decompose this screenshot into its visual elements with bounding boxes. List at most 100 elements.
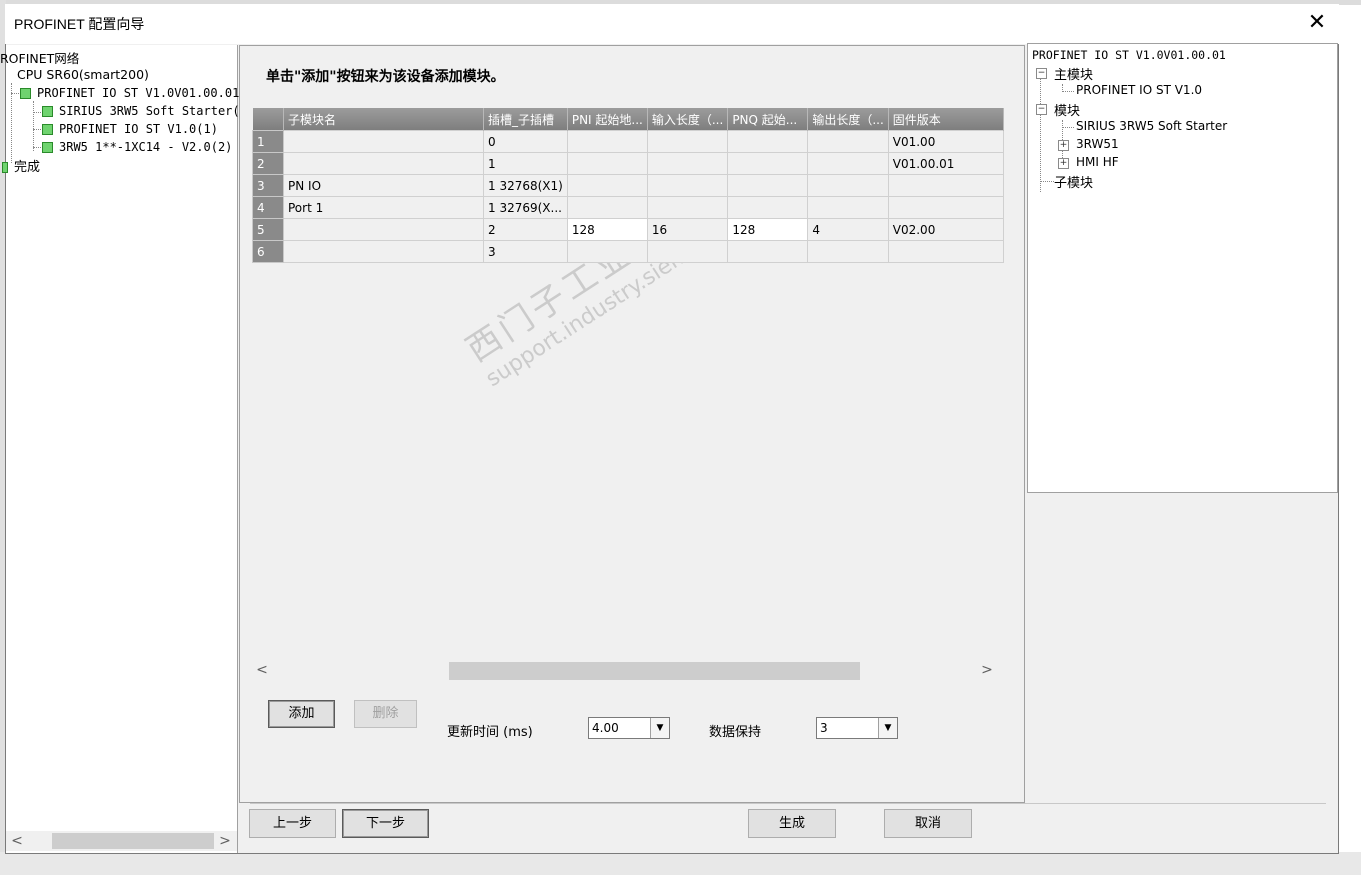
tree-item-sirius-soft-starter[interactable]: SIRIUS 3RW5 Soft Starter(0) xyxy=(42,103,254,118)
table-cell[interactable] xyxy=(887,240,1004,263)
tree-item-hmi-hf[interactable]: HMI HF xyxy=(1076,155,1119,169)
table-row[interactable]: 5 2 128 16 128 4 V02.00 xyxy=(252,218,1004,241)
row-number[interactable]: 2 xyxy=(252,152,284,175)
table-cell[interactable]: 16 xyxy=(646,218,729,241)
tree-root-device[interactable]: PROFINET IO ST V1.0V01.00.01 xyxy=(1032,48,1226,62)
chevron-down-icon[interactable]: ▼ xyxy=(878,718,897,738)
cancel-button[interactable]: 取消 xyxy=(884,809,972,838)
table-row[interactable]: 2 1 V01.00.01 xyxy=(252,152,1004,175)
row-number[interactable]: 6 xyxy=(252,240,284,263)
table-scroll-thumb[interactable] xyxy=(449,662,860,680)
tree-item-modules[interactable]: 模块 xyxy=(1054,100,1080,119)
column-header[interactable]: PNQ 起始... xyxy=(727,108,809,131)
table-cell[interactable] xyxy=(727,152,809,175)
tree-item-3rw51[interactable]: 3RW51 xyxy=(1076,137,1119,151)
data-hold-select[interactable]: 3 ▼ xyxy=(816,717,898,739)
column-header[interactable]: 插槽_子插槽 xyxy=(483,108,568,131)
table-cell[interactable]: 0 xyxy=(483,130,568,153)
table-row[interactable]: 3 PN IO 1 32768(X1) xyxy=(252,174,1004,197)
table-cell[interactable]: V02.00 xyxy=(887,218,1004,241)
table-cell[interactable]: 4 xyxy=(807,218,889,241)
tree-item-profinet-io-st[interactable]: PROFINET IO ST V1.0 xyxy=(1076,83,1202,97)
row-number[interactable]: 1 xyxy=(252,130,284,153)
table-cell[interactable] xyxy=(283,240,484,263)
column-header[interactable]: 固件版本 xyxy=(888,108,1004,131)
table-cell[interactable] xyxy=(283,130,484,153)
scroll-left-arrow[interactable]: < xyxy=(10,833,24,849)
column-header[interactable]: 输入长度（... xyxy=(647,108,729,131)
pni-start-address-input[interactable]: 128 xyxy=(566,218,648,241)
update-time-select[interactable]: 4.00 ▼ xyxy=(588,717,670,739)
table-cell[interactable]: 1 32769(X... xyxy=(483,196,568,219)
tree-item-sirius-soft-starter[interactable]: SIRIUS 3RW5 Soft Starter xyxy=(1076,119,1227,133)
table-row[interactable]: 4 Port 1 1 32769(X... xyxy=(252,196,1004,219)
column-header[interactable]: 输出长度（... xyxy=(807,108,889,131)
table-cell[interactable] xyxy=(807,240,889,263)
tree-item-label: SIRIUS 3RW5 Soft Starter(0) xyxy=(59,104,255,118)
table-cell[interactable] xyxy=(646,130,729,153)
table-cell[interactable] xyxy=(566,240,648,263)
row-number[interactable]: 5 xyxy=(252,218,284,241)
table-cell[interactable] xyxy=(807,174,889,197)
scroll-left-arrow[interactable]: < xyxy=(254,662,270,678)
column-header[interactable]: 子模块名 xyxy=(283,108,484,131)
table-cell[interactable]: 1 xyxy=(483,152,568,175)
table-cell[interactable] xyxy=(727,196,809,219)
add-button[interactable]: 添加 xyxy=(268,700,335,728)
tree-item-cpu[interactable]: CPU SR60(smart200) xyxy=(17,67,149,82)
table-cell[interactable] xyxy=(566,130,648,153)
tree-item-main-module[interactable]: 主模块 xyxy=(1054,64,1093,83)
table-cell[interactable] xyxy=(646,174,729,197)
collapse-icon[interactable]: − xyxy=(1036,68,1047,79)
tree-item-3rw5-module[interactable]: 3RW5 1**-1XC14 - V2.0(2) xyxy=(42,139,232,154)
left-scroll-thumb[interactable] xyxy=(52,833,214,849)
chevron-down-icon[interactable]: ▼ xyxy=(650,718,669,738)
collapse-icon[interactable]: − xyxy=(1036,104,1047,115)
table-cell[interactable] xyxy=(807,152,889,175)
table-cell[interactable] xyxy=(727,240,809,263)
row-number[interactable]: 4 xyxy=(252,196,284,219)
table-cell[interactable] xyxy=(887,196,1004,219)
table-cell[interactable] xyxy=(807,196,889,219)
table-cell[interactable] xyxy=(566,196,648,219)
pnq-start-address-input[interactable]: 128 xyxy=(727,218,809,241)
scroll-right-arrow[interactable]: > xyxy=(218,833,232,849)
table-cell[interactable] xyxy=(727,174,809,197)
table-cell[interactable] xyxy=(807,130,889,153)
window-title: PROFINET 配置向导 xyxy=(14,16,145,32)
table-cell[interactable]: 1 32768(X1) xyxy=(483,174,568,197)
tree-item-finish[interactable]: 完成 xyxy=(2,156,40,175)
scroll-right-arrow[interactable]: > xyxy=(979,662,995,678)
table-cell[interactable] xyxy=(646,196,729,219)
column-header[interactable]: PNI 起始地... xyxy=(567,108,648,131)
generate-button[interactable]: 生成 xyxy=(748,809,836,838)
table-cell[interactable] xyxy=(566,174,648,197)
tree-item-profinet-io-st-module[interactable]: PROFINET IO ST V1.0(1) xyxy=(42,121,218,136)
tree-item-profinet-io-st[interactable]: PROFINET IO ST V1.0V01.00.01-e xyxy=(20,85,254,100)
table-cell[interactable] xyxy=(566,152,648,175)
table-cell[interactable] xyxy=(646,152,729,175)
table-cell[interactable]: V01.00.01 xyxy=(887,152,1004,175)
table-row[interactable]: 6 3 xyxy=(252,240,1004,263)
table-cell[interactable] xyxy=(887,174,1004,197)
expand-icon[interactable]: + xyxy=(1058,140,1069,151)
delete-button[interactable]: 删除 xyxy=(354,700,417,728)
row-number[interactable]: 3 xyxy=(252,174,284,197)
table-row[interactable]: 1 0 V01.00 xyxy=(252,130,1004,153)
table-cell[interactable] xyxy=(283,218,484,241)
tree-connector xyxy=(1062,127,1074,128)
table-cell[interactable]: 2 xyxy=(483,218,568,241)
tree-item-profinet-network[interactable]: ROFINET网络 xyxy=(0,48,79,67)
table-cell[interactable]: Port 1 xyxy=(283,196,484,219)
expand-icon[interactable]: + xyxy=(1058,158,1069,169)
close-button[interactable]: ✕ xyxy=(1300,8,1334,38)
table-cell[interactable] xyxy=(283,152,484,175)
table-cell[interactable]: V01.00 xyxy=(887,130,1004,153)
next-button[interactable]: 下一步 xyxy=(342,809,429,838)
tree-item-submodules[interactable]: 子模块 xyxy=(1054,172,1093,191)
table-cell[interactable]: 3 xyxy=(483,240,568,263)
table-cell[interactable] xyxy=(646,240,729,263)
table-cell[interactable] xyxy=(727,130,809,153)
prev-button[interactable]: 上一步 xyxy=(249,809,336,838)
table-cell[interactable]: PN IO xyxy=(283,174,484,197)
